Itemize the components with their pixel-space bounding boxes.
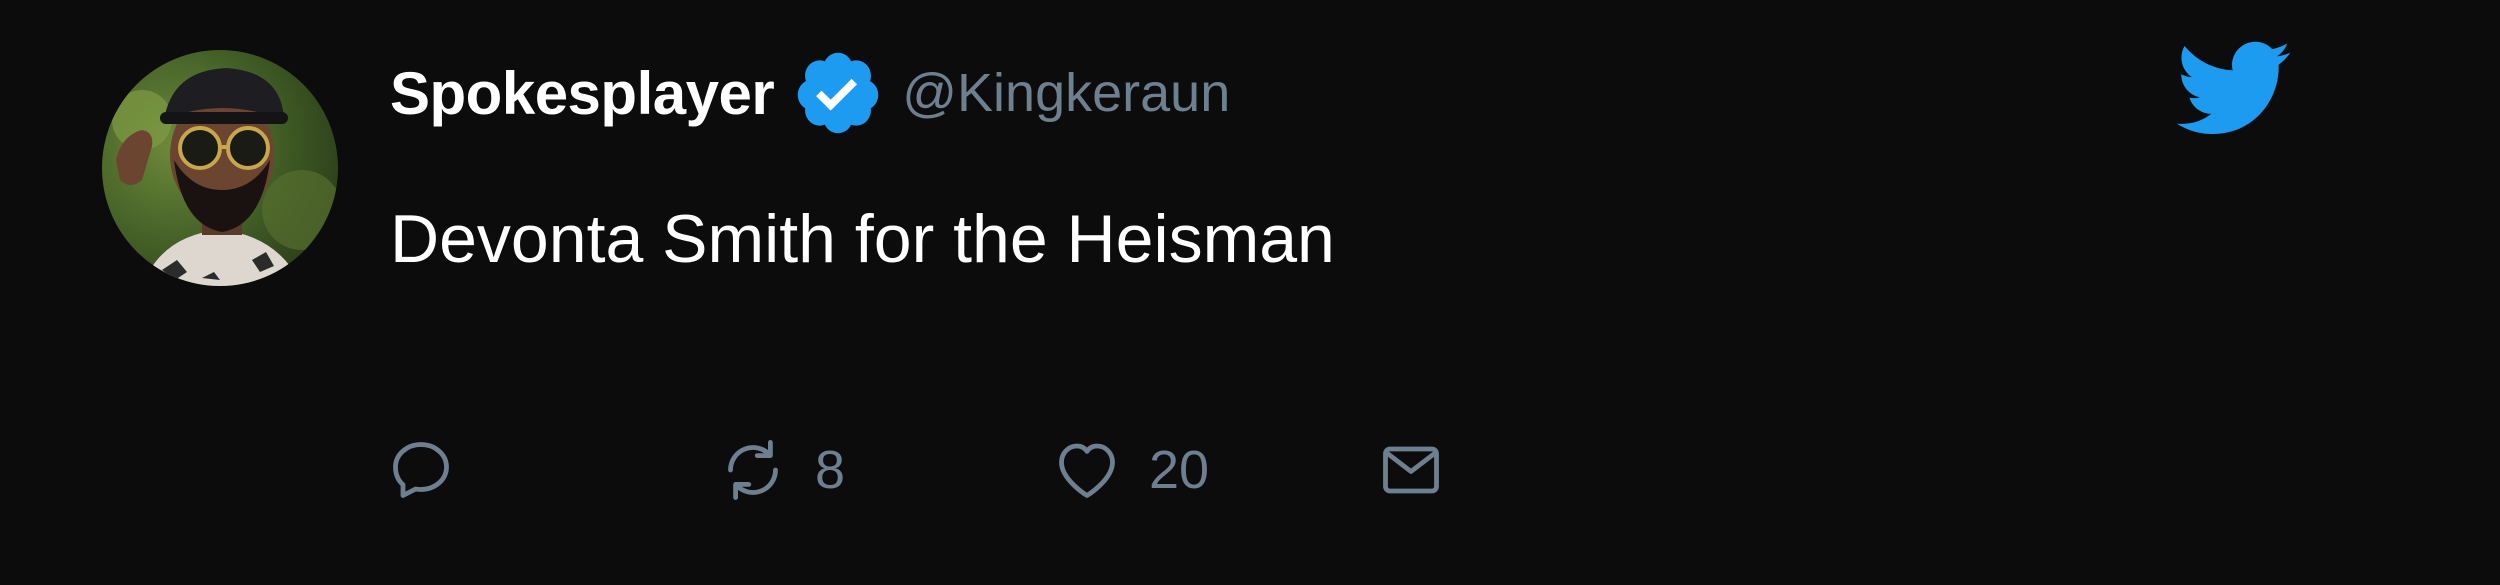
verified-badge-icon xyxy=(792,47,884,139)
user-handle[interactable]: @Kingkeraun xyxy=(902,62,1230,124)
retweet-button[interactable]: 8 xyxy=(717,432,845,508)
mail-icon xyxy=(1383,446,1439,494)
heart-icon xyxy=(1059,443,1115,498)
reply-button[interactable] xyxy=(385,432,483,508)
tweet-text: Devonta Smith for the Heisman xyxy=(390,201,1335,277)
tweet-actions: 8 20 xyxy=(385,432,1585,508)
avatar[interactable] xyxy=(102,50,338,286)
reply-icon xyxy=(393,442,449,498)
like-count: 20 xyxy=(1149,440,1210,500)
retweet-count: 8 xyxy=(815,440,846,500)
tweet-card: Spokesplayer @Kingkeraun Devonta Smith f… xyxy=(0,0,2500,585)
twitter-bird-icon[interactable] xyxy=(2172,38,2292,138)
tweet-header: Spokesplayer @Kingkeraun xyxy=(390,48,1230,138)
display-name[interactable]: Spokesplayer xyxy=(390,59,775,128)
share-via-dm-button[interactable] xyxy=(1375,432,1473,508)
retweet-icon xyxy=(728,440,778,500)
avatar-photo xyxy=(102,50,338,286)
like-button[interactable]: 20 xyxy=(1051,432,1209,508)
